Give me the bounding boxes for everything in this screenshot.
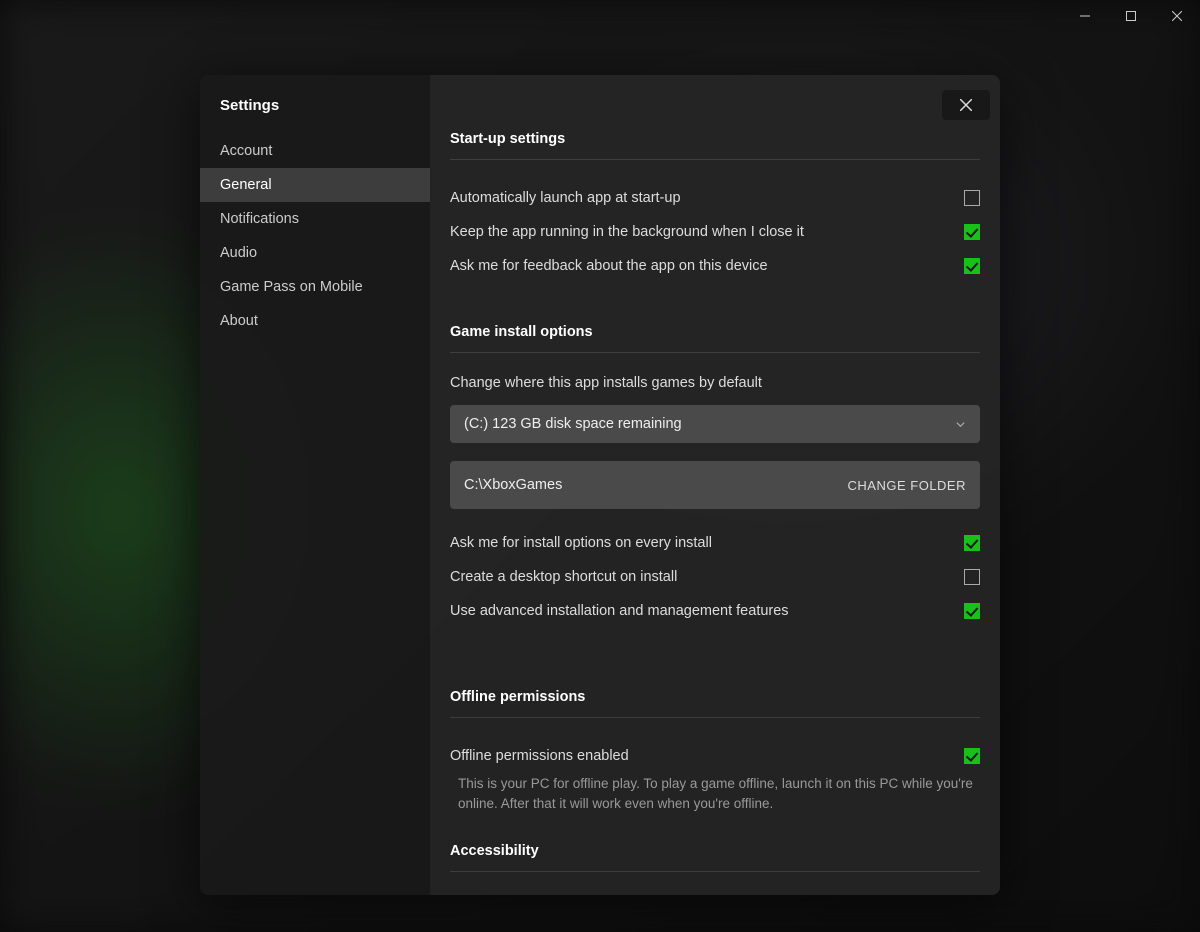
sidebar-item-audio[interactable]: Audio [200,236,430,270]
settings-sidebar: Settings Account General Notifications A… [200,75,430,895]
sidebar-item-game-pass-mobile[interactable]: Game Pass on Mobile [200,270,430,304]
change-folder-button[interactable]: CHANGE FOLDER [848,478,966,493]
sidebar-item-about[interactable]: About [200,304,430,338]
section-title-install: Game install options [450,324,980,353]
maximize-button[interactable] [1108,0,1154,32]
setting-auto-launch[interactable]: Automatically launch app at start-up [450,182,980,214]
checkbox-ask-every-install[interactable] [964,535,980,551]
close-window-button[interactable] [1154,0,1200,32]
checkbox-feedback[interactable] [964,258,980,274]
setting-ask-every-install[interactable]: Ask me for install options on every inst… [450,527,980,559]
setting-label: Use advanced installation and management… [450,603,789,619]
setting-label: Ask me for install options on every inst… [450,535,712,551]
install-change-where-label: Change where this app installs games by … [450,375,980,391]
setting-label: Create a desktop shortcut on install [450,569,677,585]
settings-content: Start-up settings Automatically launch a… [430,75,1000,895]
checkbox-offline-enabled[interactable] [964,748,980,764]
section-title-startup: Start-up settings [450,131,980,160]
minimize-button[interactable] [1062,0,1108,32]
sidebar-item-account[interactable]: Account [200,134,430,168]
install-folder-path: C:\XboxGames [464,477,562,493]
setting-keep-running[interactable]: Keep the app running in the background w… [450,216,980,248]
section-title-offline: Offline permissions [450,689,980,718]
checkbox-advanced-install[interactable] [964,603,980,619]
setting-offline-enabled[interactable]: Offline permissions enabled [450,740,980,772]
setting-advanced-install[interactable]: Use advanced installation and management… [450,595,980,627]
checkbox-desktop-shortcut[interactable] [964,569,980,585]
install-folder-row: C:\XboxGames CHANGE FOLDER [450,461,980,509]
settings-modal: Settings Account General Notifications A… [200,75,1000,895]
sidebar-title: Settings [200,97,430,134]
sidebar-item-general[interactable]: General [200,168,430,202]
section-title-accessibility: Accessibility [450,843,980,872]
setting-label: Offline permissions enabled [450,748,629,764]
setting-label: Ask me for feedback about the app on thi… [450,258,768,274]
drive-select-dropdown[interactable]: (C:) 123 GB disk space remaining [450,405,980,443]
offline-description: This is your PC for offline play. To pla… [450,774,980,819]
checkbox-keep-running[interactable] [964,224,980,240]
close-icon [960,99,972,111]
close-modal-button[interactable] [942,90,990,120]
setting-label: Automatically launch app at start-up [450,190,681,206]
setting-desktop-shortcut[interactable]: Create a desktop shortcut on install [450,561,980,593]
window-controls [1062,0,1200,32]
drive-select-value: (C:) 123 GB disk space remaining [464,416,682,432]
setting-label: Keep the app running in the background w… [450,224,804,240]
checkbox-auto-launch[interactable] [964,190,980,206]
chevron-down-icon [955,419,966,430]
sidebar-item-notifications[interactable]: Notifications [200,202,430,236]
setting-feedback[interactable]: Ask me for feedback about the app on thi… [450,250,980,282]
